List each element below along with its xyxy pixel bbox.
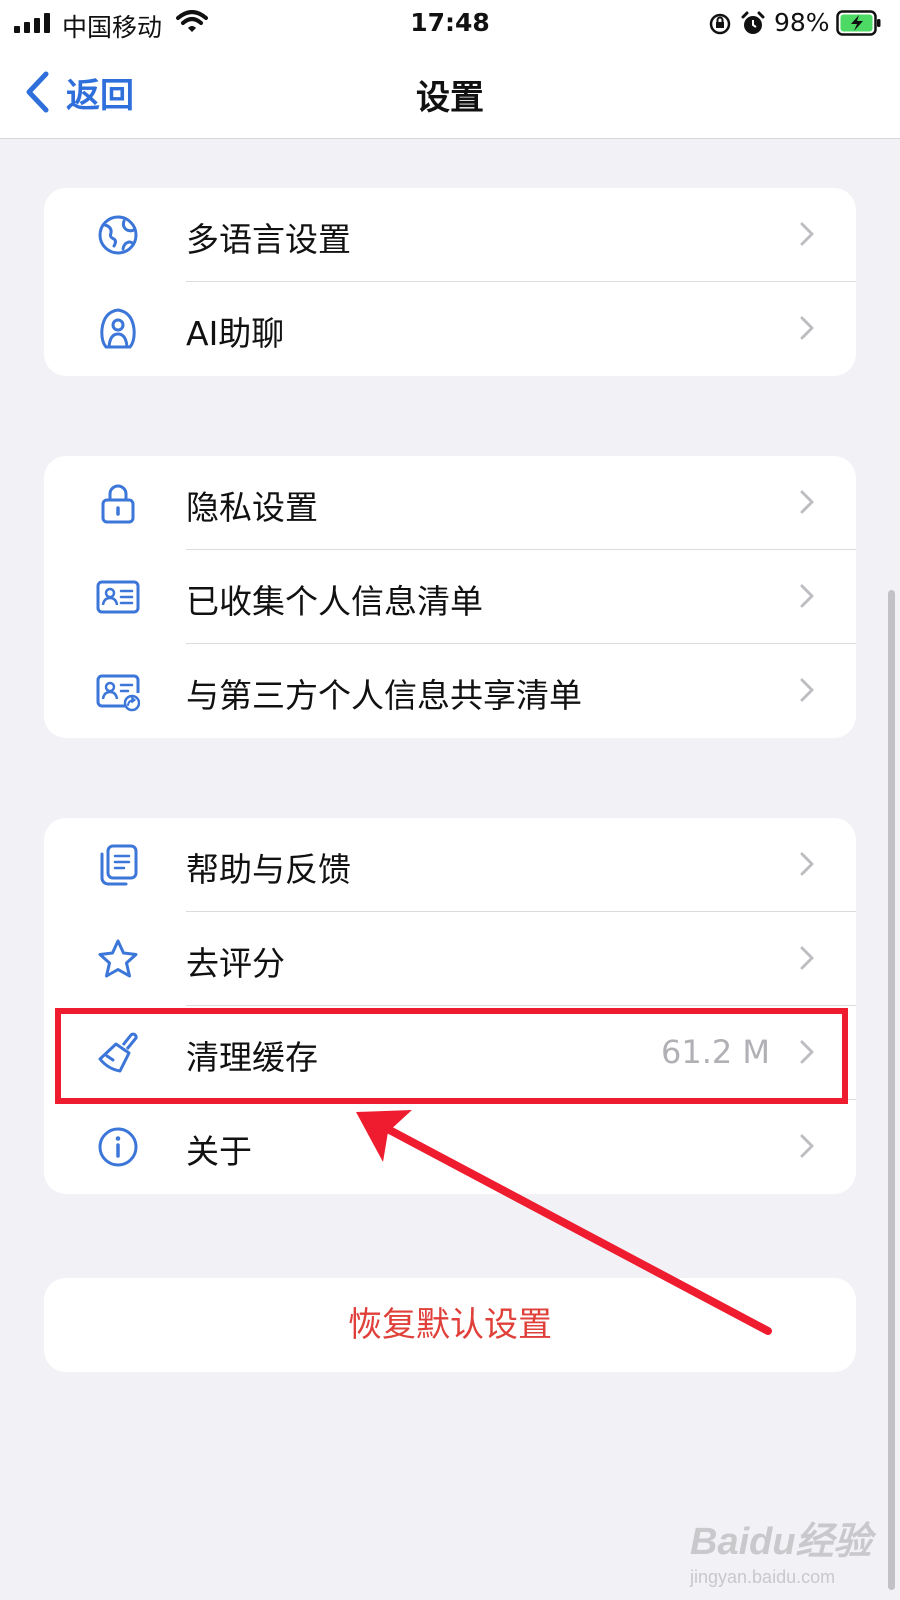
watermark-url: jingyan.baidu.com xyxy=(690,1567,836,1587)
annotation-arrow xyxy=(356,1110,772,1335)
watermark: Baidu经验 jingyan.baidu.com xyxy=(690,1510,872,1588)
watermark-logo: Baidu经验 xyxy=(690,1521,872,1563)
scrollbar[interactable] xyxy=(888,590,895,1590)
